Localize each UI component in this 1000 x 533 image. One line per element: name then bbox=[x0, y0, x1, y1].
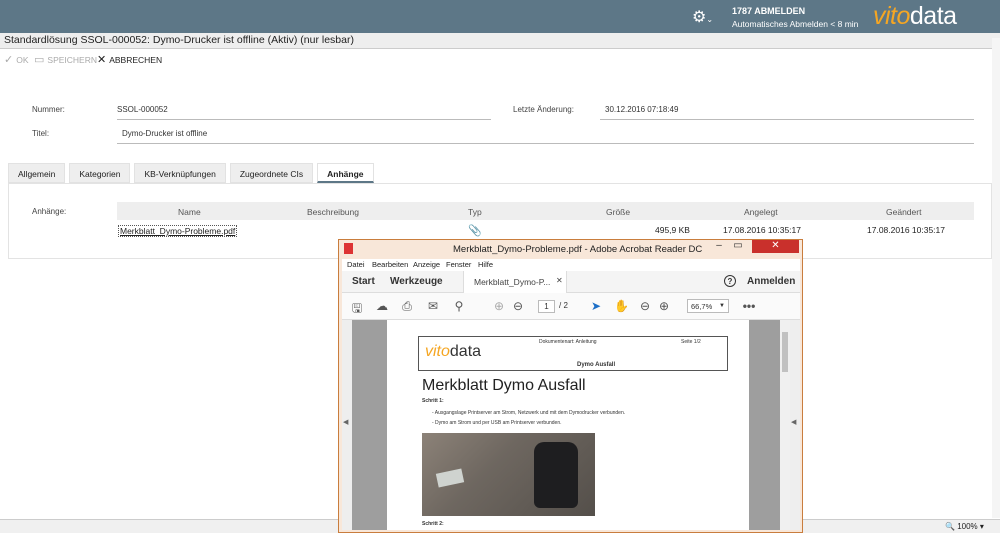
column-name[interactable]: Name bbox=[178, 207, 201, 217]
pdf-step-1: Schritt 1: bbox=[422, 398, 444, 404]
more-tools-icon[interactable]: ••• bbox=[742, 299, 756, 313]
tab-document[interactable]: Merkblatt_Dymo-P... ✕ bbox=[463, 271, 567, 293]
last-changed-label: Letzte Änderung: bbox=[513, 105, 574, 114]
chevron-down-icon: ▼ bbox=[719, 303, 725, 309]
right-pane-toggle[interactable]: ◀ bbox=[790, 320, 800, 530]
close-icon: ✕ bbox=[97, 54, 107, 66]
action-bar: ✓ OK ▭ SPEICHERN ✕ ABBRECHEN bbox=[0, 53, 300, 69]
column-type[interactable]: Typ bbox=[468, 207, 482, 217]
document-tab-label: Merkblatt_Dymo-P... bbox=[474, 277, 551, 287]
tab-bar: Allgemein Kategorien KB-Verknüpfungen Zu… bbox=[8, 163, 374, 183]
pdf-photo bbox=[422, 433, 595, 516]
pdf-scroll-thumb[interactable] bbox=[782, 332, 788, 372]
save-icon: ▭ bbox=[34, 54, 45, 66]
page-down-icon[interactable]: ⊖ bbox=[511, 299, 525, 313]
cancel-button[interactable]: ✕ ABBRECHEN bbox=[97, 53, 162, 66]
pdf-logo: vitodata bbox=[425, 343, 482, 360]
menu-window[interactable]: Fenster bbox=[446, 260, 471, 269]
logout-link[interactable]: 1787 ABMELDEN bbox=[732, 6, 805, 16]
page-scrollbar[interactable] bbox=[992, 38, 1000, 518]
document-viewer[interactable]: ◀ vitodata Dokumentenart: Anleitung Seit… bbox=[342, 320, 800, 530]
last-changed-field[interactable]: 30.12.2016 07:18:49 bbox=[600, 105, 974, 120]
pdf-doctype: Dokumentenart: Anleitung bbox=[539, 339, 597, 345]
attachments-label: Anhänge: bbox=[32, 207, 67, 216]
pdf-header-box: vitodata Dokumentenart: Anleitung Seite … bbox=[418, 336, 728, 371]
tab-attachments[interactable]: Anhänge bbox=[317, 163, 374, 183]
tab-kb-links[interactable]: KB-Verknüpfungen bbox=[134, 163, 226, 183]
select-cursor-icon[interactable]: ➤ bbox=[589, 299, 603, 313]
auto-logout-note: Automatisches Abmelden < 8 min bbox=[732, 19, 859, 29]
page-number-input[interactable]: 1 bbox=[538, 300, 555, 313]
tab-categories[interactable]: Kategorien bbox=[69, 163, 131, 183]
tab-home[interactable]: Start bbox=[352, 276, 375, 287]
zoom-level[interactable]: 🔍 100% ▾ bbox=[945, 522, 984, 531]
attachment-changed: 17.08.2016 10:35:17 bbox=[867, 225, 945, 235]
printer-shape bbox=[534, 442, 578, 508]
pdf-scrollbar[interactable] bbox=[780, 320, 790, 530]
close-window-button[interactable]: ✕ bbox=[752, 240, 799, 253]
help-icon[interactable]: ? bbox=[724, 275, 736, 287]
paperclip-icon: 📎 bbox=[468, 225, 482, 237]
attachment-name-link[interactable]: Merkblatt_Dymo-Probleme.pdf bbox=[118, 225, 238, 237]
column-changed[interactable]: Geändert bbox=[886, 207, 921, 217]
zoom-out-icon[interactable]: ⊖ bbox=[638, 299, 652, 313]
close-tab-icon[interactable]: ✕ bbox=[556, 276, 563, 285]
mail-icon[interactable]: ✉ bbox=[426, 299, 440, 313]
number-label: Nummer: bbox=[32, 105, 65, 114]
save-icon[interactable]: 🖫 bbox=[350, 299, 364, 320]
column-size[interactable]: Größe bbox=[606, 207, 630, 217]
check-icon: ✓ bbox=[4, 54, 14, 66]
acrobat-toolbar: 🖫 ☁ ⎙ ✉ ⚲ ⊕ ⊖ 1 / 2 ➤ ✋ ⊖ ⊕ 66,7% ▼ ••• bbox=[342, 293, 800, 320]
page-total: / 2 bbox=[559, 301, 568, 310]
pdf-icon bbox=[344, 243, 353, 254]
sign-in-button[interactable]: Anmelden bbox=[747, 276, 795, 287]
maximize-button[interactable]: ▭ bbox=[729, 240, 747, 253]
vitodata-logo: vitodata bbox=[873, 2, 957, 30]
pdf-page: vitodata Dokumentenart: Anleitung Seite … bbox=[387, 320, 749, 530]
number-field[interactable]: SSOL-000052 bbox=[117, 105, 491, 120]
acrobat-title-bar[interactable]: Merkblatt_Dymo-Probleme.pdf - Adobe Acro… bbox=[339, 240, 802, 259]
search-icon[interactable]: ⚲ bbox=[452, 299, 466, 313]
page-up-icon[interactable]: ⊕ bbox=[492, 299, 506, 313]
pdf-title: Merkblatt Dymo Ausfall bbox=[422, 377, 586, 394]
pdf-step-2: Schritt 2: bbox=[422, 521, 444, 527]
ok-button[interactable]: ✓ OK bbox=[4, 53, 29, 66]
page-title-bar: Standardlösung SSOL-000052: Dymo-Drucker… bbox=[0, 33, 1000, 49]
hand-tool-icon[interactable]: ✋ bbox=[614, 299, 629, 313]
tab-tools[interactable]: Werkzeuge bbox=[390, 276, 443, 287]
top-bar: ⚙⌄ 1787 ABMELDEN Automatisches Abmelden … bbox=[0, 0, 1000, 33]
cloud-upload-icon[interactable]: ☁ bbox=[375, 299, 389, 313]
tab-assigned-cis[interactable]: Zugeordnete CIs bbox=[229, 163, 314, 183]
print-icon[interactable]: ⎙ bbox=[400, 299, 414, 314]
pdf-bullet-2: - Dymo am Strom und per USB am Printserv… bbox=[432, 420, 562, 426]
title-field[interactable]: Dymo-Drucker ist offline bbox=[117, 129, 974, 144]
zoom-select[interactable]: 66,7% ▼ bbox=[687, 299, 729, 313]
acrobat-nav-bar: Start Werkzeuge Merkblatt_Dymo-P... ✕ ? … bbox=[342, 271, 800, 293]
gear-icon[interactable]: ⚙⌄ bbox=[692, 7, 718, 26]
attachment-created: 17.08.2016 10:35:17 bbox=[723, 225, 801, 235]
printserver-shape bbox=[435, 468, 465, 488]
page-title: Standardlösung SSOL-000052: Dymo-Drucker… bbox=[4, 34, 354, 46]
minimize-button[interactable]: – bbox=[710, 240, 728, 253]
acrobat-window-title: Merkblatt_Dymo-Probleme.pdf - Adobe Acro… bbox=[453, 244, 703, 255]
pdf-subject: Dymo Ausfall bbox=[577, 362, 616, 368]
tab-general[interactable]: Allgemein bbox=[8, 163, 66, 183]
attachments-table-header: Name Beschreibung Typ Größe Angelegt Geä… bbox=[117, 202, 974, 220]
attachment-size: 495,9 KB bbox=[655, 225, 690, 235]
acrobat-menu-bar: Datei Bearbeiten Anzeige Fenster Hilfe bbox=[342, 259, 800, 271]
zoom-in-icon[interactable]: ⊕ bbox=[657, 299, 671, 313]
title-label: Titel: bbox=[32, 129, 50, 138]
menu-help[interactable]: Hilfe bbox=[478, 260, 493, 269]
menu-file[interactable]: Datei bbox=[347, 260, 365, 269]
column-created[interactable]: Angelegt bbox=[744, 207, 778, 217]
zoom-icon: 🔍 bbox=[945, 522, 955, 531]
left-pane-toggle[interactable]: ◀ bbox=[342, 320, 352, 530]
pdf-bullet-1: - Ausgangslage Printserver am Strom, Net… bbox=[432, 410, 626, 416]
acrobat-window[interactable]: Merkblatt_Dymo-Probleme.pdf - Adobe Acro… bbox=[338, 239, 803, 533]
pdf-page-number: Seite 1/2 bbox=[681, 339, 701, 345]
save-button[interactable]: ▭ SPEICHERN bbox=[34, 53, 97, 66]
column-description[interactable]: Beschreibung bbox=[307, 207, 359, 217]
menu-view[interactable]: Anzeige bbox=[413, 260, 440, 269]
menu-edit[interactable]: Bearbeiten bbox=[372, 260, 408, 269]
